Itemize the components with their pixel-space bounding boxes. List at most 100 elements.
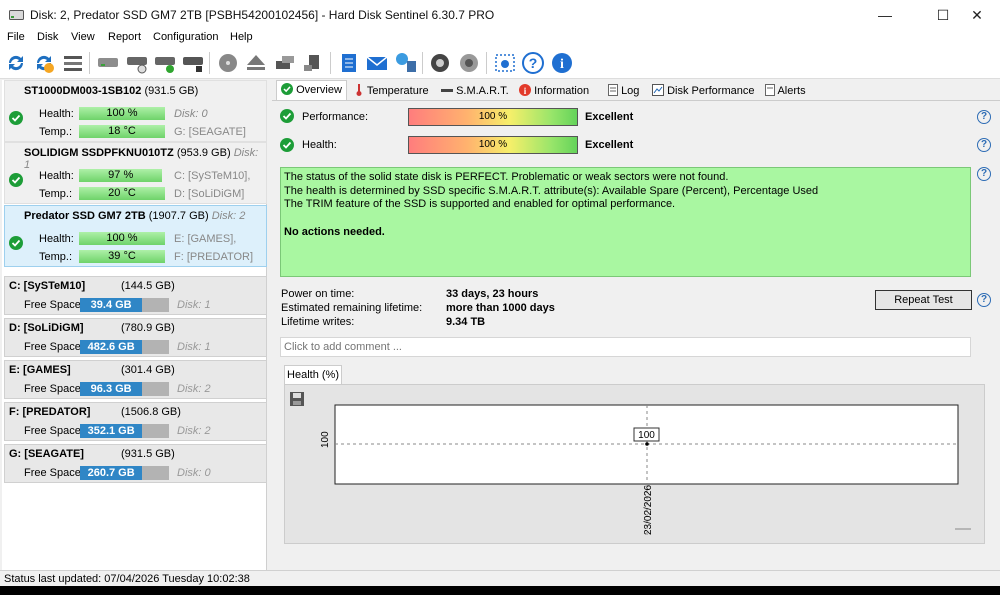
help-icon[interactable]: ?: [977, 293, 991, 307]
ok-check-icon: [9, 111, 23, 125]
settings-icon[interactable]: [428, 51, 452, 75]
disk-number: Disk: 2: [211, 210, 246, 222]
health-label: Health:: [39, 108, 74, 120]
tab-health-chart[interactable]: Health (%): [284, 365, 342, 385]
power-on-value: 33 days, 23 hours: [446, 288, 539, 300]
refresh-all-icon[interactable]: [32, 51, 56, 75]
disk-test-icon[interactable]: [125, 51, 149, 75]
disk-size: (1907.7 GB): [148, 210, 209, 222]
free-space-bar: 482.6 GB: [80, 340, 169, 354]
free-space-value: 39.4 GB: [90, 299, 132, 311]
tab-alerts[interactable]: Alerts: [765, 82, 806, 100]
partition-name: D: [SoLiDiGM]: [9, 322, 84, 334]
svg-text:?: ?: [529, 55, 538, 71]
tab-log[interactable]: Log: [608, 82, 639, 100]
free-space-fill: 39.4 GB: [80, 298, 143, 312]
repeat-test-button[interactable]: Repeat Test: [875, 290, 972, 310]
tab-information[interactable]: i Information: [519, 82, 589, 100]
temp-bar: 20 °C: [79, 187, 165, 200]
menu-configuration[interactable]: Configuration: [153, 31, 218, 43]
partition-f[interactable]: F: [PREDATOR] (1506.8 GB) Free Space 352…: [4, 402, 267, 441]
tab-overview[interactable]: Overview: [276, 80, 347, 100]
help-icon[interactable]: ?: [977, 167, 991, 181]
report-icon[interactable]: [337, 51, 361, 75]
temp-label: Temp.:: [39, 126, 73, 138]
temp-value: 18 °C: [108, 125, 136, 137]
health-value: 100 %: [106, 107, 138, 119]
partition-g[interactable]: G: [SEAGATE] (931.5 GB) Free Space 260.7…: [4, 444, 267, 483]
menu-view[interactable]: View: [71, 31, 95, 43]
tab-label: Alerts: [777, 85, 806, 97]
temp-value: 39 °C: [108, 250, 136, 262]
health-bar: 100 %: [79, 107, 165, 120]
menu-report[interactable]: Report: [108, 31, 141, 43]
refresh-icon[interactable]: [4, 51, 28, 75]
disk-entry-2-selected[interactable]: Predator SSD GM7 2TB (1907.7 GB) Disk: 2…: [4, 205, 267, 267]
partition-e[interactable]: E: [GAMES] (301.4 GB) Free Space 96.3 GB…: [4, 360, 267, 399]
disk-entry-0[interactable]: ST1000DM003-1SB102 (931.5 GB) Health: 10…: [4, 80, 267, 142]
ok-check-icon: [9, 173, 23, 187]
help-icon[interactable]: ?: [521, 51, 545, 75]
temp-bar: 39 °C: [79, 250, 165, 263]
ok-check-icon: [281, 83, 293, 95]
free-space-bar: 96.3 GB: [80, 382, 169, 396]
disk-settings-icon[interactable]: [273, 51, 297, 75]
partition-size: (931.5 GB): [121, 448, 175, 460]
menu-disk[interactable]: Disk: [37, 31, 58, 43]
partition-name: G: [SEAGATE]: [9, 448, 84, 460]
eject-icon[interactable]: [244, 51, 268, 75]
disk-list-icon[interactable]: [61, 51, 85, 75]
help-icon[interactable]: ?: [977, 138, 991, 152]
partition-d[interactable]: D: [SoLiDiGM] (780.9 GB) Free Space 482.…: [4, 318, 267, 357]
disk-icon[interactable]: [96, 51, 120, 75]
status-line-3: The TRIM feature of the SSD is supported…: [284, 198, 676, 210]
sound-icon[interactable]: [457, 51, 481, 75]
partition-c[interactable]: C: [SySTeM10] (144.5 GB) Free Space 39.4…: [4, 276, 267, 315]
info-icon[interactable]: i: [550, 51, 574, 75]
temp-label: Temp.:: [39, 251, 73, 263]
mail-icon[interactable]: [365, 51, 389, 75]
disk-report-icon[interactable]: [301, 51, 325, 75]
menu-help[interactable]: Help: [230, 31, 253, 43]
free-space-fill: 482.6 GB: [80, 340, 143, 354]
temp-label: Temp.:: [39, 188, 73, 200]
health-value: 100 %: [106, 232, 138, 244]
health-rating: Excellent: [585, 139, 634, 151]
health-label: Health:: [302, 139, 337, 151]
health-chart: 100 23/02/2026 100: [320, 404, 971, 535]
writes-value: 9.34 TB: [446, 316, 486, 328]
performance-label: Performance:: [302, 111, 369, 123]
disk-panel: ST1000DM003-1SB102 (931.5 GB) Health: 10…: [2, 80, 267, 570]
close-button[interactable]: ✕: [954, 0, 1000, 30]
comment-input[interactable]: [280, 337, 971, 357]
power-on-label: Power on time:: [281, 288, 355, 300]
temp-value: 20 °C: [108, 187, 136, 199]
partition-name: F: [PREDATOR]: [9, 406, 91, 418]
help-icon[interactable]: ?: [977, 110, 991, 124]
disk-check-icon[interactable]: [153, 51, 177, 75]
menu-file[interactable]: File: [7, 31, 25, 43]
surface-test-icon[interactable]: [216, 51, 240, 75]
toolbar-separator: [422, 52, 423, 74]
toolbar-separator: [89, 52, 90, 74]
details-panel: Overview Temperature S.M.A.R.T. i Inform…: [272, 80, 1000, 570]
partition-size: (301.4 GB): [121, 364, 175, 376]
health-label: Health:: [39, 170, 74, 182]
tab-smart[interactable]: S.M.A.R.T.: [441, 82, 509, 100]
free-space-value: 482.6 GB: [87, 341, 135, 353]
performance-icon: [652, 84, 664, 96]
data-label: 100: [638, 430, 655, 441]
tab-disk-performance[interactable]: Disk Performance: [652, 82, 754, 100]
status-line-1: The status of the solid state disk is PE…: [284, 171, 729, 183]
partition-size: (144.5 GB): [121, 280, 175, 292]
free-space-label: Free Space: [24, 341, 81, 353]
network-icon[interactable]: [394, 51, 418, 75]
disk-name: SOLIDIGM SSDPFKNU010TZ: [24, 147, 174, 159]
minimize-button[interactable]: —: [862, 0, 908, 30]
partition-disk: Disk: 1: [177, 299, 211, 311]
disk-entry-1[interactable]: SOLIDIGM SSDPFKNU010TZ (953.9 GB) Disk: …: [4, 142, 267, 204]
tab-temperature[interactable]: Temperature: [354, 82, 429, 100]
disk-info-icon[interactable]: [181, 51, 205, 75]
screenshot-icon[interactable]: [493, 51, 517, 75]
free-space-label: Free Space: [24, 467, 81, 479]
